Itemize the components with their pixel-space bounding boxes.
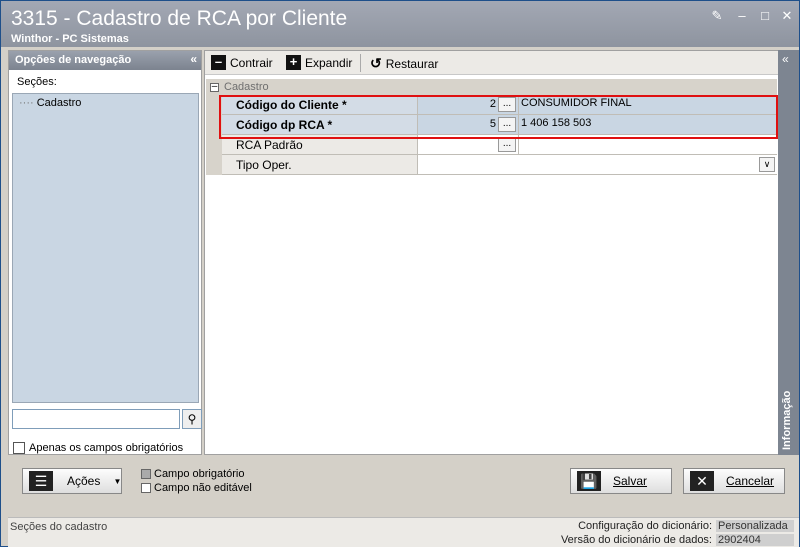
edit-window-icon[interactable]: ✎ xyxy=(709,9,725,23)
collapse-label: Contrair xyxy=(230,55,273,70)
category-row-cadastro[interactable]: – Cadastro xyxy=(206,79,777,95)
restore-button[interactable]: ↺ Restaurar xyxy=(370,55,438,72)
required-only-checkbox-row[interactable]: Apenas os campos obrigatórios xyxy=(13,442,183,454)
save-button[interactable]: 💾 Salvar xyxy=(570,468,672,494)
action-bar: ☰ Ações ▼ Campo obrigatório Campo não ed… xyxy=(8,458,799,514)
readonly-swatch xyxy=(141,483,151,493)
close-icon[interactable]: ✕ xyxy=(779,9,795,23)
minus-icon: – xyxy=(211,55,226,70)
status-bar: Seções do cadastro Configuração do dicio… xyxy=(8,517,799,547)
close-icon: ✕ xyxy=(690,471,714,491)
dict-config-label: Configuração do dicionário: xyxy=(578,520,712,532)
info-panel: « Informação xyxy=(778,50,799,455)
collapse-right-icon[interactable]: « xyxy=(782,52,789,66)
grid-toolbar: – Contrair + Expandir ↺ Restaurar xyxy=(205,51,778,75)
info-panel-label[interactable]: Informação xyxy=(781,391,793,450)
legend-required: Campo obrigatório xyxy=(141,468,245,480)
navigation-panel-header: Opções de navegação « xyxy=(9,51,201,70)
category-label: Cadastro xyxy=(224,81,269,93)
actions-label: Ações xyxy=(67,474,101,488)
toolbar-separator xyxy=(360,54,361,72)
legend-required-label: Campo obrigatório xyxy=(154,468,245,480)
cancel-button[interactable]: ✕ Cancelar xyxy=(683,468,785,494)
window-title: 3315 - Cadastro de RCA por Cliente xyxy=(11,7,348,30)
title-bar: 3315 - Cadastro de RCA por Cliente Winth… xyxy=(1,1,799,47)
rca-padrao-lookup-button[interactable]: ... xyxy=(498,137,516,152)
legend-readonly-label: Campo não editável xyxy=(154,482,252,494)
legend-readonly: Campo não editável xyxy=(141,482,252,494)
tipo-oper-select[interactable]: ∨ xyxy=(418,155,777,175)
required-only-label: Apenas os campos obrigatórios xyxy=(29,442,184,454)
section-search-input[interactable] xyxy=(12,409,180,429)
restore-label: Restaurar xyxy=(385,56,439,71)
expand-label: Expandir xyxy=(305,55,353,70)
cancel-label: Cancelar xyxy=(726,474,775,488)
minimize-icon[interactable]: – xyxy=(734,9,750,23)
status-sections: Seções do cadastro xyxy=(10,521,108,533)
dict-config-value: Personalizada xyxy=(716,520,794,532)
navigation-panel-title: Opções de navegação xyxy=(15,54,132,66)
window-subtitle: Winthor - PC Sistemas xyxy=(11,33,129,45)
property-row-tipo-oper[interactable]: Tipo Oper. ∨ xyxy=(206,155,777,175)
sections-tree: ···· Cadastro xyxy=(12,93,199,403)
navigation-panel: Opções de navegação « Seções: ···· Cadas… xyxy=(8,50,202,455)
collapse-left-icon[interactable]: « xyxy=(190,52,197,66)
save-label: Salvar xyxy=(613,474,648,488)
actions-dropdown-icon[interactable]: ▼ xyxy=(114,468,122,494)
property-label: Tipo Oper. xyxy=(222,155,418,175)
tree-item-label: Cadastro xyxy=(36,97,82,109)
dict-version-value: 2902404 xyxy=(716,534,794,546)
maximize-icon[interactable]: □ xyxy=(757,9,773,23)
list-gear-icon: ☰ xyxy=(29,471,53,491)
required-only-checkbox[interactable] xyxy=(13,442,25,454)
expand-button[interactable]: + Expandir xyxy=(286,55,352,70)
plus-icon: + xyxy=(286,55,301,70)
app-window: 3315 - Cadastro de RCA por Cliente Winth… xyxy=(0,0,800,547)
collapse-category-icon[interactable]: – xyxy=(210,81,219,92)
highlight-box xyxy=(219,95,778,139)
dict-version-label: Versão do dicionário de dados: xyxy=(560,534,712,546)
sections-label: Seções: xyxy=(17,76,57,88)
chevron-down-icon[interactable]: ∨ xyxy=(759,157,775,172)
save-icon: 💾 xyxy=(577,471,601,491)
restore-icon: ↺ xyxy=(370,55,382,71)
tree-item-cadastro[interactable]: ···· Cadastro xyxy=(19,97,81,109)
actions-button[interactable]: ☰ Ações xyxy=(22,468,122,494)
search-icon[interactable]: ⚲ xyxy=(182,409,202,429)
collapse-button[interactable]: – Contrair xyxy=(211,55,273,70)
required-swatch xyxy=(141,469,151,479)
